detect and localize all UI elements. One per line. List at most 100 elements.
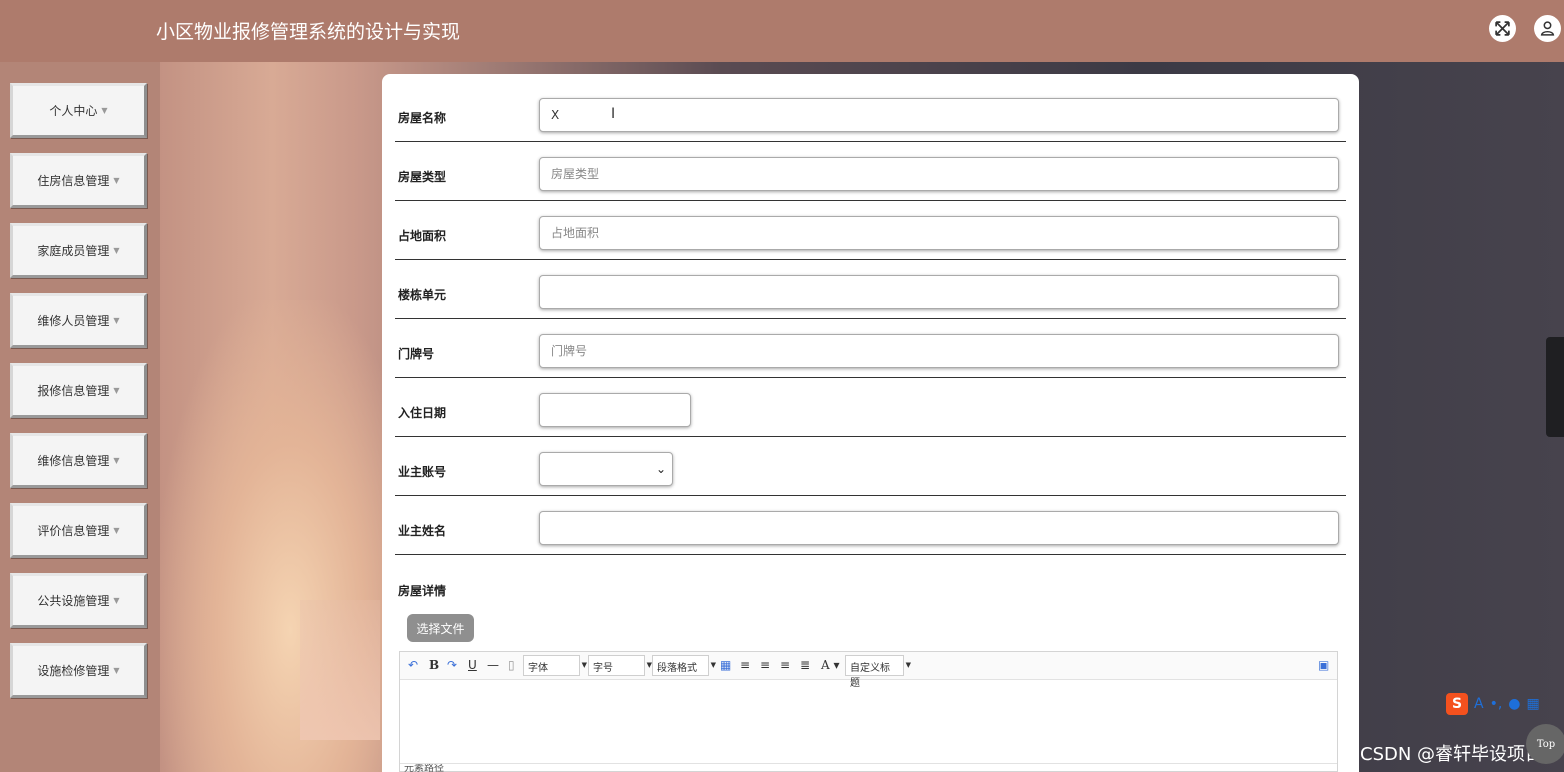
- form-row-owner-name: 业主姓名: [395, 503, 1346, 555]
- ime-logo-icon: S: [1446, 693, 1468, 715]
- form-row-house-type: 房屋类型: [395, 149, 1346, 201]
- caret-down-icon: ▼: [113, 596, 120, 605]
- paragraph-format-select[interactable]: 段落格式 ▼: [652, 655, 716, 676]
- caret-down-icon: ▼: [113, 666, 120, 675]
- sidebar-item-label: 报修信息管理: [37, 384, 110, 398]
- align-right-icon[interactable]: ≡: [760, 658, 770, 672]
- align-left-icon[interactable]: ≡: [740, 658, 750, 672]
- caret-down-icon: ▼: [710, 661, 716, 669]
- form-row-move-in-date: 入住日期: [395, 385, 1346, 437]
- background-city: [300, 600, 380, 740]
- keyboard-icon[interactable]: ▦: [1527, 696, 1540, 712]
- sidebar-item-label: 设施检修管理: [37, 664, 110, 678]
- align-justify-icon[interactable]: ≣: [800, 658, 810, 672]
- house-type-input[interactable]: [539, 157, 1339, 191]
- editor-element-path: 元素路径: [400, 763, 1337, 772]
- undo-icon[interactable]: ↶: [408, 658, 418, 672]
- font-size-label: 字号: [593, 663, 613, 674]
- caret-down-icon: ▼: [113, 456, 120, 465]
- sidebar-item-family-members[interactable]: 家庭成员管理 ▼: [10, 223, 147, 278]
- background-glow: [160, 300, 420, 772]
- redo-icon[interactable]: ↷: [447, 658, 457, 672]
- font-size-select[interactable]: 字号 ▼: [588, 655, 652, 676]
- sidebar-item-label: 维修信息管理: [37, 454, 110, 468]
- door-number-input[interactable]: [539, 334, 1339, 368]
- custom-title-label: 自定义标题: [850, 663, 890, 689]
- caret-down-icon: ▼: [101, 106, 108, 115]
- chevron-down-icon: ⌄: [655, 462, 666, 476]
- owner-account-select[interactable]: ⌄: [539, 452, 673, 486]
- side-scroll-tab[interactable]: [1546, 337, 1564, 437]
- watermark: CSDN @睿轩毕设项目: [1360, 744, 1544, 765]
- text-cursor-icon: I: [611, 106, 616, 122]
- back-to-top-button[interactable]: Top: [1526, 724, 1564, 764]
- owner-name-input[interactable]: [539, 511, 1339, 545]
- fullscreen-icon: [1495, 21, 1510, 36]
- sidebar-item-label: 个人中心: [49, 104, 98, 118]
- sidebar-item-repair-requests[interactable]: 报修信息管理 ▼: [10, 363, 147, 418]
- underline-icon[interactable]: U: [468, 658, 477, 672]
- field-label: 房屋详情: [398, 584, 447, 598]
- user-icon: [1540, 21, 1555, 36]
- caret-down-icon: ▼: [581, 661, 587, 669]
- sidebar-item-label: 家庭成员管理: [37, 244, 110, 258]
- sidebar-item-maintenance-info[interactable]: 维修信息管理 ▼: [10, 433, 147, 488]
- area-input[interactable]: [539, 216, 1339, 250]
- sidebar-item-housing-info[interactable]: 住房信息管理 ▼: [10, 153, 147, 208]
- field-label: 楼栋单元: [398, 288, 447, 302]
- align-center-icon[interactable]: ≡: [780, 658, 790, 672]
- ime-letter-icon[interactable]: A: [1474, 696, 1484, 712]
- font-family-select[interactable]: 字体 ▼: [523, 655, 587, 676]
- sidebar-item-facility-inspection[interactable]: 设施检修管理 ▼: [10, 643, 147, 698]
- field-label: 业主账号: [398, 465, 447, 479]
- sidebar-item-personal-center[interactable]: 个人中心 ▼: [10, 83, 147, 138]
- new-document-icon[interactable]: ▯: [508, 658, 515, 672]
- sidebar-item-label: 维修人员管理: [37, 314, 110, 328]
- sidebar-item-public-facilities[interactable]: 公共设施管理 ▼: [10, 573, 147, 628]
- custom-title-select[interactable]: 自定义标题 ▼: [845, 655, 911, 689]
- form-row-door-number: 门牌号: [395, 326, 1346, 378]
- table-icon[interactable]: ▦: [720, 658, 731, 672]
- field-label: 房屋名称: [398, 111, 447, 125]
- choose-file-button[interactable]: 选择文件: [407, 614, 474, 642]
- field-label: 业主姓名: [398, 524, 447, 538]
- caret-down-icon: ▼: [113, 316, 120, 325]
- font-family-label: 字体: [528, 663, 548, 674]
- caret-down-icon: ▼: [113, 176, 120, 185]
- fullscreen-button[interactable]: [1489, 15, 1516, 42]
- field-label: 房屋类型: [398, 170, 447, 184]
- form-row-building-unit: 楼栋单元: [395, 267, 1346, 319]
- ime-punctuation-icon[interactable]: •,: [1490, 696, 1503, 712]
- sidebar-item-reviews[interactable]: 评价信息管理 ▼: [10, 503, 147, 558]
- form-row-area: 占地面积: [395, 208, 1346, 260]
- building-unit-input[interactable]: [539, 275, 1339, 309]
- top-header: 小区物业报修管理系统的设计与实现: [0, 0, 1564, 62]
- page-title: 小区物业报修管理系统的设计与实现: [156, 21, 461, 43]
- sidebar: 个人中心 ▼ 住房信息管理 ▼ 家庭成员管理 ▼ 维修人员管理 ▼ 报修信息管理 ▼ 维修…: [0, 62, 160, 772]
- form-panel: 房屋名称 I 房屋类型 占地面积 楼栋单元 门牌号 入住日期 业主账号 ⌄ 业主…: [382, 74, 1359, 772]
- field-label: 入住日期: [398, 406, 447, 420]
- caret-down-icon: ▼: [905, 661, 911, 669]
- microphone-icon[interactable]: ●: [1508, 696, 1520, 712]
- move-in-date-input[interactable]: [539, 393, 691, 427]
- ime-toolbar[interactable]: S A •, ● ▦: [1446, 692, 1564, 716]
- sidebar-item-label: 评价信息管理: [37, 524, 110, 538]
- paragraph-format-label: 段落格式: [657, 663, 697, 674]
- field-label: 门牌号: [398, 347, 435, 361]
- form-row-owner-account: 业主账号 ⌄: [395, 444, 1346, 496]
- preview-icon[interactable]: ▣: [1318, 658, 1329, 672]
- form-row-house-name: 房屋名称 I: [395, 90, 1346, 142]
- rich-text-editor[interactable]: ↶ B ↷ U — ▯ 字体 ▼ 字号 ▼ 段落格式 ▼ ▦ ≡ ≡ ≡ ≣ A ▾ …: [399, 651, 1338, 772]
- horizontal-rule-icon[interactable]: —: [487, 658, 499, 672]
- sidebar-item-label: 住房信息管理: [37, 174, 110, 188]
- sidebar-item-label: 公共设施管理: [37, 594, 110, 608]
- user-button[interactable]: [1534, 15, 1561, 42]
- editor-toolbar: ↶ B ↷ U — ▯ 字体 ▼ 字号 ▼ 段落格式 ▼ ▦ ≡ ≡ ≡ ≣ A ▾ …: [400, 652, 1337, 689]
- caret-down-icon: ▼: [113, 246, 120, 255]
- caret-down-icon: ▼: [113, 386, 120, 395]
- font-color-icon[interactable]: A ▾: [821, 658, 840, 672]
- sidebar-item-repair-staff[interactable]: 维修人员管理 ▼: [10, 293, 147, 348]
- bold-icon[interactable]: B: [429, 658, 439, 672]
- field-label: 占地面积: [398, 229, 447, 243]
- house-name-input[interactable]: [539, 98, 1339, 132]
